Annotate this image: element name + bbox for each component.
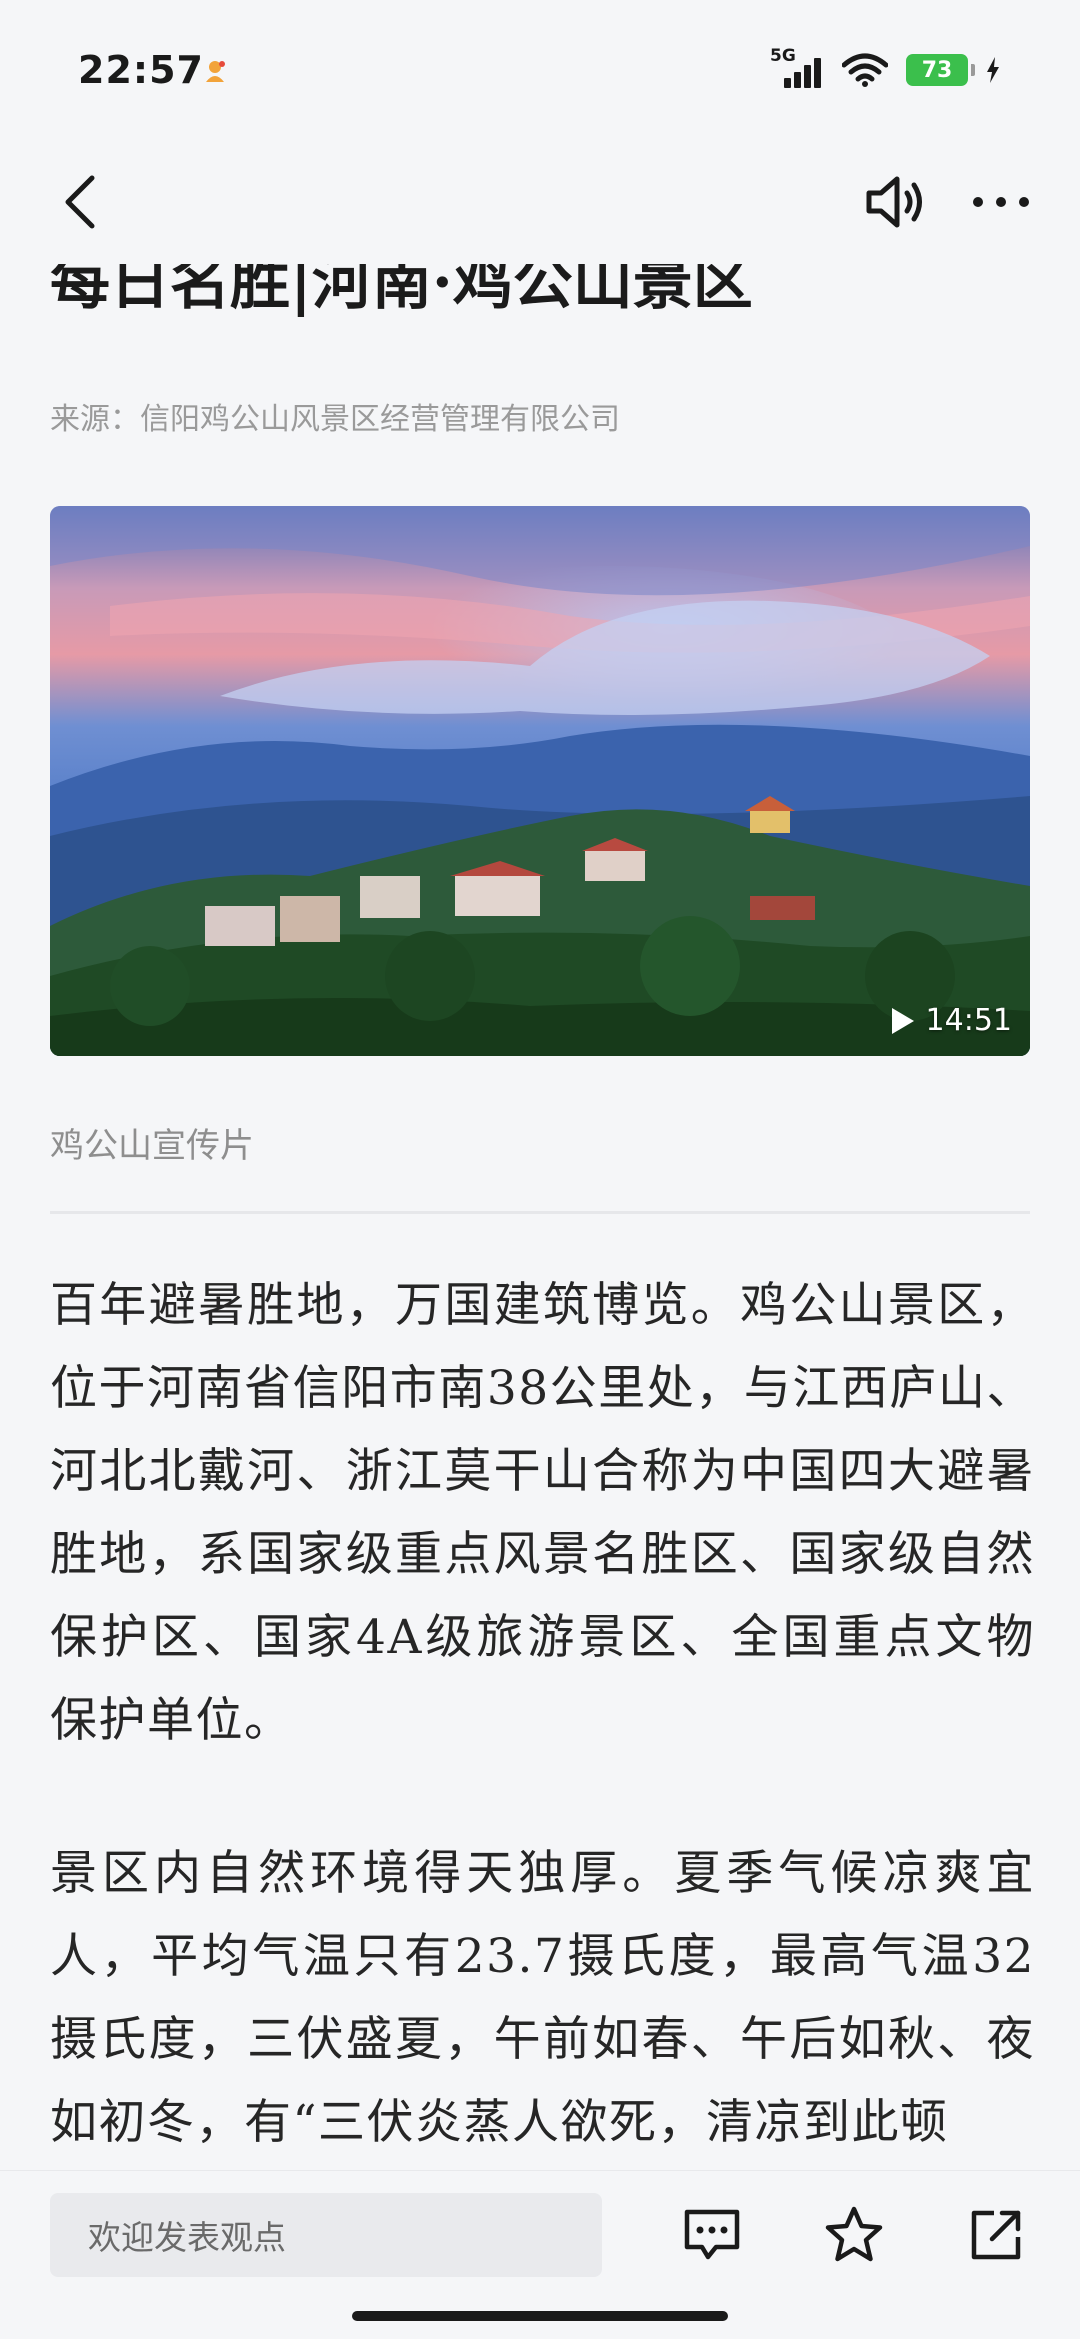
video-duration-badge: 14:51 bbox=[890, 1003, 1012, 1038]
article-source: 来源：信阳鸡公山风景区经营管理有限公司 bbox=[50, 402, 620, 437]
back-arrow-icon bbox=[65, 175, 95, 229]
star-icon bbox=[825, 2206, 883, 2262]
comment-button[interactable] bbox=[672, 2193, 752, 2277]
video-caption: 鸡公山宣传片 bbox=[50, 1126, 254, 1166]
nav-bar bbox=[0, 140, 1080, 264]
wifi-icon bbox=[842, 53, 888, 87]
battery-icon: 73 bbox=[906, 54, 975, 86]
charging-icon bbox=[987, 57, 999, 83]
comment-input[interactable]: 欢迎发表观点 bbox=[50, 2193, 602, 2277]
signal-icon: 5G bbox=[770, 46, 824, 88]
back-button[interactable] bbox=[50, 164, 110, 240]
more-dots-icon bbox=[973, 197, 1029, 207]
video-duration: 14:51 bbox=[925, 1003, 1012, 1038]
more-button[interactable] bbox=[966, 164, 1036, 240]
article-title: 每日名胜|河南·鸡公山景区 bbox=[50, 264, 753, 318]
bottom-bar: 欢迎发表观点 bbox=[0, 2170, 1080, 2339]
status-indicators: 5G 73 bbox=[770, 46, 1000, 90]
home-indicator[interactable] bbox=[352, 2311, 728, 2321]
favorite-button[interactable] bbox=[814, 2193, 894, 2277]
status-time: 22:57 bbox=[78, 48, 204, 92]
status-bar: 22:57 5G 73 bbox=[0, 0, 1080, 140]
video-player[interactable]: 14:51 bbox=[50, 506, 1030, 1056]
speaker-icon bbox=[866, 176, 922, 228]
read-aloud-button[interactable] bbox=[860, 164, 930, 240]
battery-level: 73 bbox=[921, 57, 953, 83]
comment-icon bbox=[684, 2209, 740, 2260]
share-button[interactable] bbox=[956, 2193, 1036, 2277]
app-notification-icon bbox=[206, 61, 225, 82]
divider bbox=[50, 1211, 1030, 1214]
article-paragraph: 景区内自然环境得天独厚。夏季气候凉爽宜人，平均气温只有23.7摄氏度，最高气温3… bbox=[50, 1846, 1035, 2150]
video-thumbnail bbox=[50, 506, 1030, 1056]
share-icon bbox=[971, 2210, 1021, 2260]
play-icon bbox=[891, 1007, 914, 1034]
article-content[interactable]: 每日名胜|河南·鸡公山景区 来源：信阳鸡公山风景区经营管理有限公司 14:51 … bbox=[0, 264, 1080, 2170]
article-paragraph: 百年避暑胜地，万国建筑博览。鸡公山景区，位于河南省信阳市南38公里处，与江西庐山… bbox=[50, 1278, 1035, 1748]
network-label: 5G bbox=[770, 46, 796, 66]
